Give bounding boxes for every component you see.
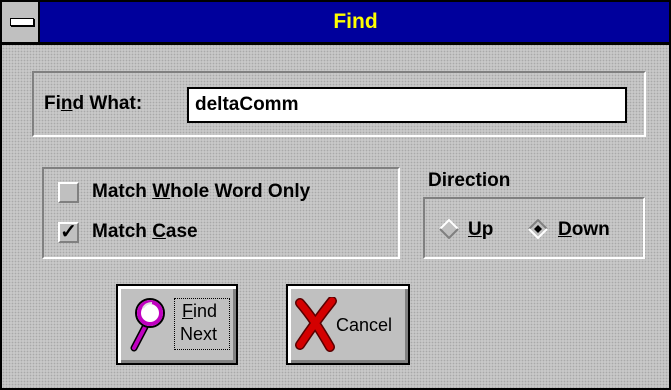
checkmark-icon: ✓ — [60, 221, 77, 243]
find-what-label: Find What: — [44, 93, 143, 114]
title-bar[interactable]: Find — [2, 2, 669, 45]
window-title: Find — [333, 10, 378, 33]
find-dialog: Find Find What: deltaComm Match Whole Wo… — [0, 0, 671, 390]
cancel-button[interactable]: Cancel — [286, 284, 410, 365]
down-radio[interactable] — [528, 219, 548, 239]
find-next-label-line1: Find — [182, 301, 218, 321]
options-group: Match Whole Word Only ✓ Match Case — [42, 167, 400, 259]
red-x-icon — [295, 297, 337, 352]
match-whole-word-checkbox[interactable] — [58, 182, 79, 203]
match-case-checkbox[interactable]: ✓ — [58, 222, 79, 243]
up-radio[interactable] — [439, 219, 459, 239]
find-next-button[interactable]: Find Next — [116, 284, 238, 365]
find-next-label-line2: Next — [180, 324, 218, 344]
find-what-group: Find What: deltaComm — [32, 71, 646, 137]
direction-label: Direction — [428, 170, 511, 191]
up-radio-label[interactable]: Up — [468, 219, 493, 241]
direction-group: Up Down — [423, 197, 645, 259]
magnifier-icon — [130, 298, 165, 352]
find-what-input[interactable]: deltaComm — [187, 87, 627, 123]
match-case-label[interactable]: Match Case — [92, 221, 198, 243]
down-radio-label[interactable]: Down — [558, 219, 610, 241]
cancel-label: Cancel — [336, 315, 393, 335]
system-menu-icon — [10, 18, 34, 26]
system-menu-button[interactable] — [2, 2, 40, 42]
match-whole-word-label[interactable]: Match Whole Word Only — [92, 181, 310, 203]
